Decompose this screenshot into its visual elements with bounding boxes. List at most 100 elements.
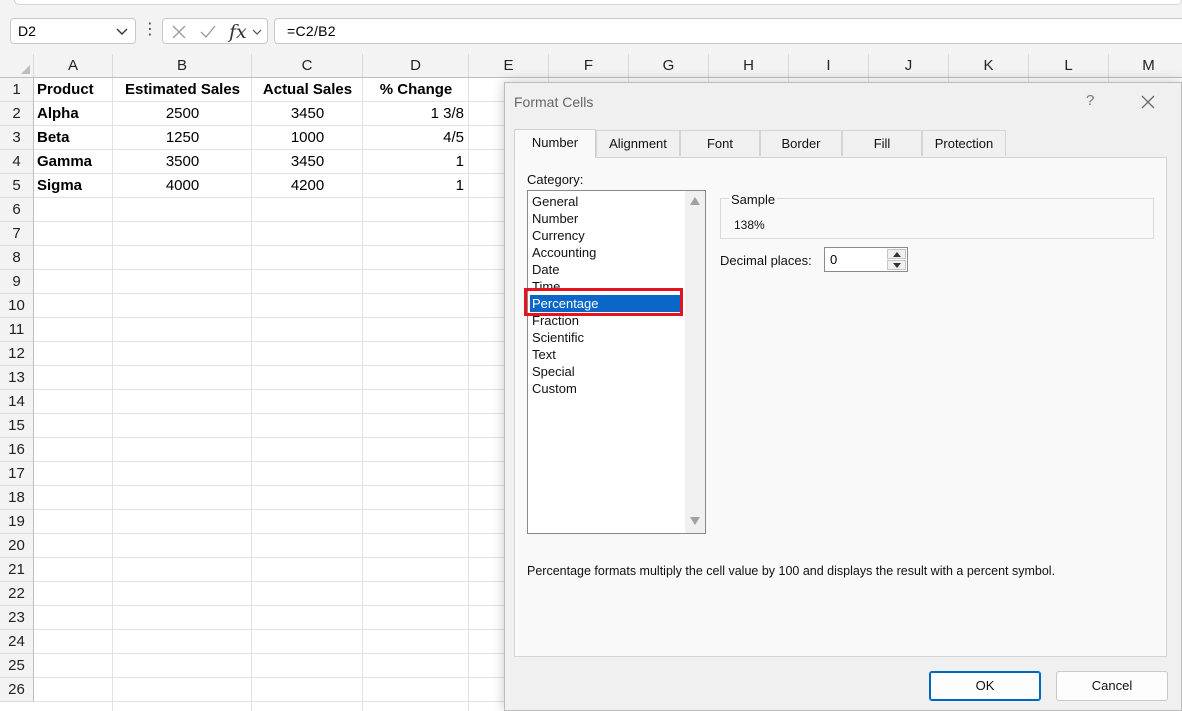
decimal-places-stepper[interactable]: 0 xyxy=(824,247,908,272)
cell-percent-change[interactable]: 1 3/8 xyxy=(363,102,469,126)
arrow-down-icon xyxy=(893,263,901,268)
row-header-13[interactable]: 13 xyxy=(0,366,34,390)
list-item[interactable]: Number xyxy=(532,210,578,227)
cell-product[interactable]: Sigma xyxy=(34,174,113,198)
column-header-g[interactable]: G xyxy=(629,54,709,78)
cell-estimated-sales[interactable]: 3500 xyxy=(113,150,252,174)
row-header-10[interactable]: 10 xyxy=(0,294,34,318)
row-header-19[interactable]: 19 xyxy=(0,510,34,534)
scroll-down-icon[interactable] xyxy=(690,517,700,525)
close-icon[interactable] xyxy=(1141,95,1155,109)
column-header-f[interactable]: F xyxy=(549,54,629,78)
row-header-18[interactable]: 18 xyxy=(0,486,34,510)
enter-check-icon[interactable] xyxy=(199,24,217,40)
column-header-h[interactable]: H xyxy=(709,54,789,78)
row-header-3[interactable]: 3 xyxy=(0,126,34,150)
row-header-24[interactable]: 24 xyxy=(0,630,34,654)
row-header-2[interactable]: 2 xyxy=(0,102,34,126)
tab-alignment[interactable]: Alignment xyxy=(596,130,680,156)
name-box[interactable]: D2 xyxy=(10,18,136,44)
cell-percent-change[interactable]: 1 xyxy=(363,174,469,198)
tab-fill[interactable]: Fill xyxy=(842,130,922,156)
row-header-21[interactable]: 21 xyxy=(0,558,34,582)
row-header-12[interactable]: 12 xyxy=(0,342,34,366)
header-product[interactable]: Product xyxy=(34,78,113,102)
row-header-11[interactable]: 11 xyxy=(0,318,34,342)
category-label: Category: xyxy=(527,172,584,187)
scroll-up-icon[interactable] xyxy=(690,197,700,205)
column-header-m[interactable]: M xyxy=(1109,54,1182,78)
header-percent-change[interactable]: % Change xyxy=(363,78,469,102)
help-button[interactable]: ? xyxy=(1086,92,1094,109)
row-header-4[interactable]: 4 xyxy=(0,150,34,174)
stepper-up-button[interactable] xyxy=(887,249,906,259)
tab-number[interactable]: Number xyxy=(514,129,596,158)
cell-actual-sales[interactable]: 3450 xyxy=(252,150,363,174)
row-header-6[interactable]: 6 xyxy=(0,198,34,222)
cell-percent-change[interactable]: 1 xyxy=(363,150,469,174)
row-header-9[interactable]: 9 xyxy=(0,270,34,294)
cancel-entry-icon[interactable] xyxy=(171,24,187,40)
formula-text: =C2/B2 xyxy=(287,23,336,39)
header-estimated-sales[interactable]: Estimated Sales xyxy=(113,78,252,102)
row-header-16[interactable]: 16 xyxy=(0,438,34,462)
tab-border[interactable]: Border xyxy=(760,130,842,156)
row-header-7[interactable]: 7 xyxy=(0,222,34,246)
column-header-c[interactable]: C xyxy=(252,54,363,78)
row-header-17[interactable]: 17 xyxy=(0,462,34,486)
list-scrollbar[interactable] xyxy=(685,191,705,533)
select-all-corner[interactable] xyxy=(0,54,34,78)
column-header-e[interactable]: E xyxy=(469,54,549,78)
row-header-22[interactable]: 22 xyxy=(0,582,34,606)
column-header-i[interactable]: I xyxy=(789,54,869,78)
stepper-down-button[interactable] xyxy=(887,260,906,270)
row-header-25[interactable]: 25 xyxy=(0,654,34,678)
tab-font[interactable]: Font xyxy=(680,130,760,156)
cell-actual-sales[interactable]: 1000 xyxy=(252,126,363,150)
list-item[interactable]: Time xyxy=(532,278,560,288)
cell-product[interactable]: Gamma xyxy=(34,150,113,174)
column-header-d[interactable]: D xyxy=(363,54,469,78)
row-header-5[interactable]: 5 xyxy=(0,174,34,198)
cell-estimated-sales[interactable]: 4000 xyxy=(113,174,252,198)
chevron-down-icon[interactable] xyxy=(115,24,129,38)
arrow-up-icon xyxy=(893,252,901,257)
column-header-a[interactable]: A xyxy=(34,54,113,78)
list-item[interactable]: Custom xyxy=(532,380,577,397)
column-header-b[interactable]: B xyxy=(113,54,252,78)
list-item[interactable]: Date xyxy=(532,261,559,278)
list-item[interactable]: Accounting xyxy=(532,244,596,261)
header-actual-sales[interactable]: Actual Sales xyxy=(252,78,363,102)
row-header-20[interactable]: 20 xyxy=(0,534,34,558)
category-list[interactable]: General Number Currency Accounting Date … xyxy=(527,190,706,534)
cell-product[interactable]: Alpha xyxy=(34,102,113,126)
list-item[interactable]: Scientific xyxy=(532,329,584,346)
more-options-icon[interactable]: ⋮ xyxy=(142,22,158,38)
list-item[interactable]: Text xyxy=(532,346,556,363)
cancel-button[interactable]: Cancel xyxy=(1056,671,1168,701)
row-header-26[interactable]: 26 xyxy=(0,678,34,702)
column-header-l[interactable]: L xyxy=(1029,54,1109,78)
row-header-14[interactable]: 14 xyxy=(0,390,34,414)
ok-button[interactable]: OK xyxy=(929,671,1041,701)
row-header-23[interactable]: 23 xyxy=(0,606,34,630)
column-header-j[interactable]: J xyxy=(869,54,949,78)
list-item[interactable]: Currency xyxy=(532,227,585,244)
row-header-1[interactable]: 1 xyxy=(0,78,34,102)
insert-function-icon[interactable]: fx xyxy=(229,21,247,43)
cell-estimated-sales[interactable]: 2500 xyxy=(113,102,252,126)
cell-percent-change[interactable]: 4/5 xyxy=(363,126,469,150)
list-item[interactable]: Special xyxy=(532,363,575,380)
cell-actual-sales[interactable]: 4200 xyxy=(252,174,363,198)
row-header-15[interactable]: 15 xyxy=(0,414,34,438)
list-item[interactable]: General xyxy=(532,193,578,210)
column-header-k[interactable]: K xyxy=(949,54,1029,78)
tab-protection[interactable]: Protection xyxy=(922,130,1006,156)
ribbon-edge xyxy=(14,0,1182,5)
formula-input[interactable]: =C2/B2 xyxy=(274,18,1182,44)
cell-actual-sales[interactable]: 3450 xyxy=(252,102,363,126)
chevron-down-icon[interactable] xyxy=(251,26,263,38)
cell-product[interactable]: Beta xyxy=(34,126,113,150)
cell-estimated-sales[interactable]: 1250 xyxy=(113,126,252,150)
row-header-8[interactable]: 8 xyxy=(0,246,34,270)
